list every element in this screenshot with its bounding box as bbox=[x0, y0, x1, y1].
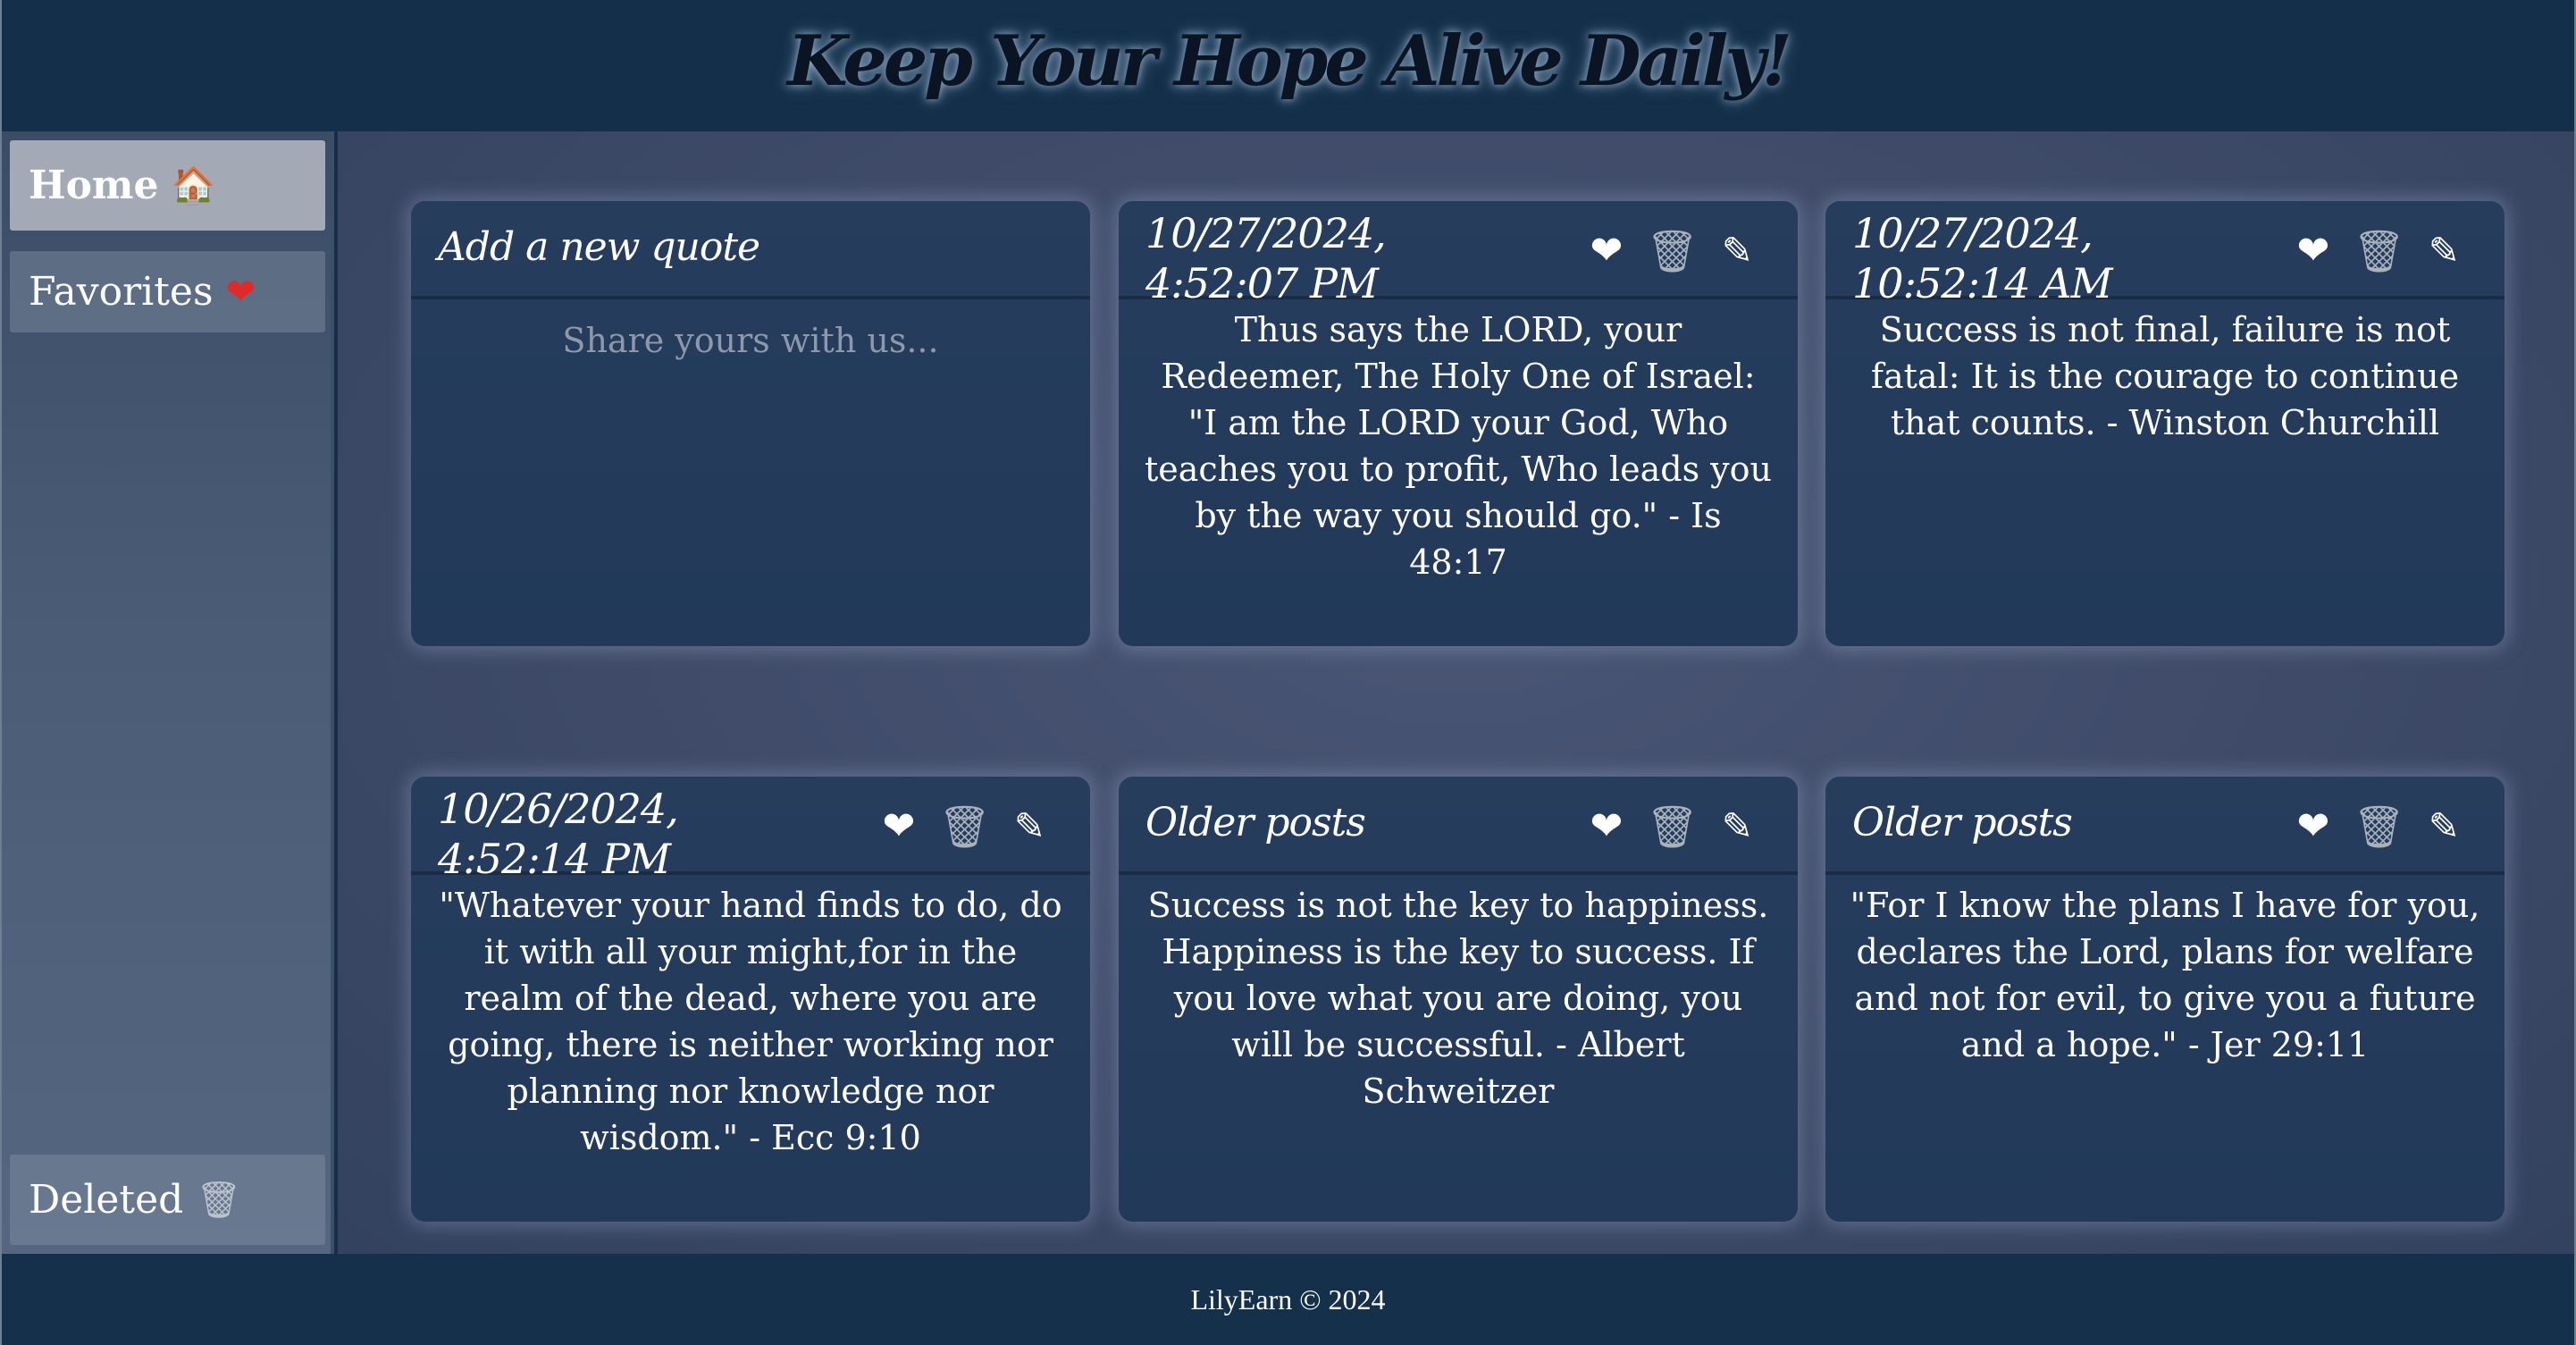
new-quote-title: Add a new quote bbox=[438, 224, 760, 270]
new-quote-input[interactable] bbox=[411, 299, 1090, 646]
card-actions: ❤ 🗑 ✎ bbox=[2297, 803, 2460, 850]
pencil-icon[interactable]: ✎ bbox=[1722, 803, 1753, 850]
quote-text: "Whatever your hand finds to do, do it w… bbox=[439, 886, 1062, 1157]
trash-icon[interactable]: 🗑 bbox=[1646, 803, 1698, 850]
sidebar-item-home[interactable]: Home 🏠 bbox=[10, 140, 325, 231]
sidebar-item-label: Home bbox=[29, 163, 159, 208]
heart-icon[interactable]: ❤ bbox=[1590, 228, 1624, 274]
sidebar-item-label: Favorites bbox=[29, 269, 214, 315]
quote-timestamp: 10/26/2024, 4:52:14 PM bbox=[438, 785, 679, 883]
heart-icon[interactable]: ❤ bbox=[2297, 228, 2330, 274]
card-actions: ❤ 🗑 ✎ bbox=[1590, 803, 1753, 850]
quote-text: Success is not final, failure is not fat… bbox=[1870, 310, 2460, 442]
heart-icon: ❤ bbox=[225, 271, 256, 313]
card-actions: ❤ 🗑 ✎ bbox=[1590, 228, 1753, 274]
quote-timestamp: 10/27/2024, 10:52:14 AM bbox=[1852, 209, 2113, 307]
quote-timestamp: 10/27/2024, 4:52:07 PM bbox=[1145, 209, 1387, 307]
site-footer: LilyEarn © 2024 bbox=[2, 1254, 2574, 1345]
site-header: Keep Your Hope Alive Daily! bbox=[2, 0, 2574, 131]
quote-card: 10/26/2024, 4:52:14 PM ❤ 🗑 ✎ "Whatever y… bbox=[411, 777, 1090, 1222]
trash-icon[interactable]: 🗑 bbox=[2353, 228, 2404, 274]
heart-icon[interactable]: ❤ bbox=[2297, 803, 2330, 850]
app-window: Keep Your Hope Alive Daily! Home 🏠 Favor… bbox=[0, 0, 2576, 1345]
quotes-grid: Add a new quote 10/27/2024, 4:52:07 PM ❤… bbox=[338, 131, 2574, 1254]
card-header: 10/27/2024, 10:52:14 AM ❤ 🗑 ✎ bbox=[1825, 201, 2505, 307]
trash-icon: 🗑 bbox=[196, 1179, 242, 1221]
quote-card: Older posts ❤ 🗑 ✎ Success is not the key… bbox=[1119, 777, 1798, 1222]
sidebar-item-favorites[interactable]: Favorites ❤ bbox=[10, 251, 325, 332]
site-title: Keep Your Hope Alive Daily! bbox=[787, 21, 1792, 102]
heart-icon[interactable]: ❤ bbox=[1590, 803, 1624, 850]
quote-heading: Older posts bbox=[1852, 800, 2073, 845]
quote-heading: Older posts bbox=[1145, 800, 1366, 845]
sidebar-item-label: Deleted bbox=[29, 1177, 184, 1223]
quote-text: Success is not the key to happiness. Hap… bbox=[1147, 886, 1769, 1111]
pencil-icon[interactable]: ✎ bbox=[2429, 803, 2460, 850]
quote-text: "For I know the plans I have for you, de… bbox=[1850, 886, 2480, 1064]
heart-icon[interactable]: ❤ bbox=[883, 803, 916, 850]
pencil-icon[interactable]: ✎ bbox=[1014, 803, 1045, 850]
sidebar-item-deleted[interactable]: Deleted 🗑 bbox=[10, 1155, 325, 1245]
card-header: 10/26/2024, 4:52:14 PM ❤ 🗑 ✎ bbox=[411, 777, 1090, 883]
card-header: 10/27/2024, 4:52:07 PM ❤ 🗑 ✎ bbox=[1119, 201, 1798, 307]
trash-icon[interactable]: 🗑 bbox=[938, 803, 990, 850]
new-quote-card: Add a new quote bbox=[411, 201, 1090, 646]
card-actions: ❤ 🗑 ✎ bbox=[883, 803, 1045, 850]
quote-card: 10/27/2024, 4:52:07 PM ❤ 🗑 ✎ Thus says t… bbox=[1119, 201, 1798, 646]
quote-text: Thus says the LORD, your Redeemer, The H… bbox=[1144, 310, 1773, 582]
pencil-icon[interactable]: ✎ bbox=[2429, 228, 2460, 274]
quote-card: 10/27/2024, 10:52:14 AM ❤ 🗑 ✎ Success is… bbox=[1825, 201, 2505, 646]
trash-icon[interactable]: 🗑 bbox=[2353, 803, 2404, 850]
card-header: Add a new quote bbox=[411, 201, 1090, 299]
house-icon: 🏠 bbox=[171, 164, 216, 206]
card-actions: ❤ 🗑 ✎ bbox=[2297, 228, 2460, 274]
sidebar: Home 🏠 Favorites ❤ Deleted 🗑 bbox=[2, 131, 334, 1254]
card-header: Older posts ❤ 🗑 ✎ bbox=[1119, 777, 1798, 875]
footer-copyright: LilyEarn © 2024 bbox=[1190, 1282, 1386, 1316]
pencil-icon[interactable]: ✎ bbox=[1722, 228, 1753, 274]
quote-card: Older posts ❤ 🗑 ✎ "For I know the plans … bbox=[1825, 777, 2505, 1222]
card-header: Older posts ❤ 🗑 ✎ bbox=[1825, 777, 2505, 875]
trash-icon[interactable]: 🗑 bbox=[1646, 228, 1698, 274]
